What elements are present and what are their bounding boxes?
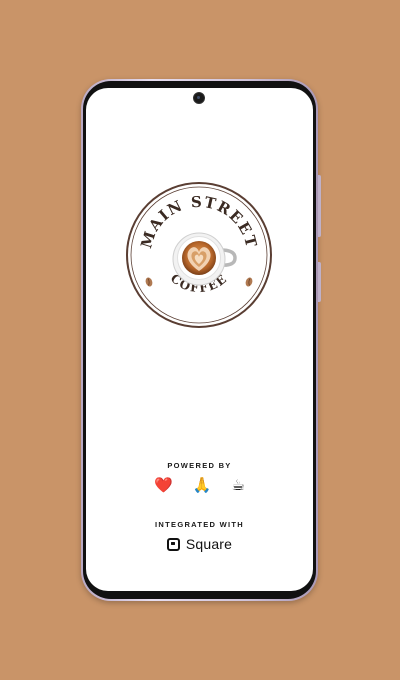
integrated-with-label: INTEGRATED WITH <box>155 520 244 529</box>
hot-coffee-icon: ☕ <box>231 477 245 494</box>
power-button <box>318 262 321 302</box>
square-logo-icon <box>166 537 180 551</box>
praying-hands-icon: 🙏 <box>192 477 212 494</box>
powered-by-emojis: ❤️ 🙏 ☕ <box>86 477 313 495</box>
front-camera-icon <box>193 92 205 104</box>
volume-button <box>318 175 321 237</box>
powered-by-label: POWERED BY <box>167 461 232 470</box>
splash-screen <box>86 88 313 591</box>
heart-icon: ❤️ <box>154 477 173 494</box>
square-logo: Square <box>86 536 313 552</box>
square-label: Square <box>185 536 233 552</box>
main-street-coffee-logo: MAIN STREET COFFEE <box>126 182 272 328</box>
